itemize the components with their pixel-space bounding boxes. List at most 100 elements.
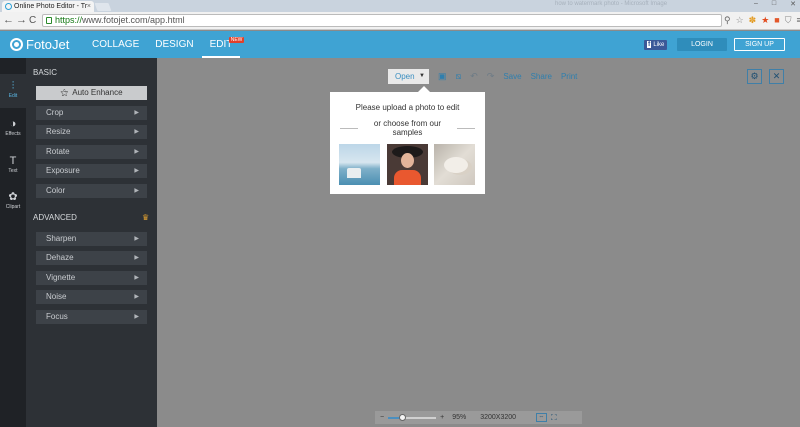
chevron-down-icon: ▼ — [419, 73, 425, 79]
rail-effects[interactable]: ◑ Effects — [0, 112, 26, 146]
sample-photo-cat[interactable] — [434, 144, 475, 185]
chevron-right-icon: ▶ — [134, 275, 139, 281]
url-host: www.fotojet.com — [82, 15, 148, 25]
dehaze-label: Dehaze — [46, 253, 74, 262]
effects-icon: ◑ — [9, 118, 17, 130]
fotojet-favicon-icon — [5, 3, 12, 10]
shield-icon[interactable]: ⛉ — [785, 15, 792, 26]
rail-text-label: Text — [8, 168, 18, 174]
nav-collage[interactable]: COLLAGE — [84, 31, 147, 58]
bookmark-star-icon[interactable]: ★ — [761, 15, 769, 26]
auto-enhance-label: Auto Enhance — [72, 88, 123, 97]
tool-rail: ⫶ Edit ◑ Effects T Text ✿ Clipart — [0, 58, 26, 427]
zoom-percent: 95% — [452, 414, 467, 421]
menu-icon[interactable]: ≡ — [797, 15, 800, 26]
clipart-icon: ✿ — [8, 191, 18, 203]
nav-design[interactable]: DESIGN — [147, 31, 201, 58]
open-label: Open — [395, 72, 415, 81]
auto-enhance-button[interactable]: ⚝ Auto Enhance — [36, 86, 147, 100]
minimize-icon[interactable]: – — [754, 0, 758, 8]
nav-collage-label: COLLAGE — [92, 39, 140, 50]
zoom-in-button[interactable]: + — [440, 414, 444, 421]
crown-icon: ♛ — [142, 213, 150, 222]
chevron-right-icon: ▶ — [134, 168, 139, 174]
rotate-label: Rotate — [46, 147, 70, 156]
save-button[interactable]: Save — [503, 69, 521, 84]
image-size: 3200X3200 — [480, 414, 517, 421]
sharpen-label: Sharpen — [46, 234, 77, 243]
sample-photo-portrait[interactable] — [387, 144, 428, 185]
chevron-right-icon: ▶ — [134, 110, 139, 116]
browser-tab[interactable]: Online Photo Editor - Tr × — [2, 1, 94, 12]
zoom-bar: − + 95% 3200X3200 ⇔ ⛶ — [375, 411, 582, 424]
chevron-right-icon: ▶ — [134, 294, 139, 300]
key-icon[interactable]: ⚲ — [724, 15, 731, 26]
color-label: Color — [46, 186, 66, 195]
zoom-slider[interactable] — [388, 413, 437, 421]
edit-panel: BASIC ⚝ Auto Enhance Crop ▶ Resize ▶ Rotate… — [26, 58, 157, 427]
canvas-area: Open ▼ ▣ ⧅ ↶ ↷ Save Share Print ⚙ ✕ Plea… — [157, 58, 800, 427]
app-header: FotoJet COLLAGE DESIGN EDIT NEW f Like LOG… — [0, 31, 800, 58]
fotojet-logo-icon — [10, 38, 23, 51]
tab-close-icon[interactable]: × — [87, 1, 91, 12]
divider-left — [340, 128, 358, 129]
settings-gear-icon[interactable]: ⚙ — [747, 69, 762, 84]
forward-icon[interactable]: → — [16, 14, 27, 27]
rail-text[interactable]: T Text — [0, 149, 26, 183]
signup-button[interactable]: SIGN UP — [734, 38, 785, 51]
fotojet-logo[interactable]: FotoJet — [10, 37, 69, 52]
print-button[interactable]: Print — [561, 69, 577, 84]
sharpen-button[interactable]: Sharpen ▶ — [36, 232, 147, 246]
image-icon[interactable]: ▣ — [438, 69, 447, 84]
zoom-out-button[interactable]: − — [380, 414, 384, 421]
url-path: /app.html — [147, 15, 185, 25]
url-bar[interactable]: https://www.fotojet.com/app.html — [42, 14, 722, 27]
redo-icon[interactable]: ↷ — [487, 69, 495, 84]
rail-clipart-label: Clipart — [5, 204, 21, 210]
rail-clipart[interactable]: ✿ Clipart — [0, 185, 26, 219]
dehaze-button[interactable]: Dehaze ▶ — [36, 251, 147, 265]
noise-button[interactable]: Noise ▶ — [36, 290, 147, 304]
nav-edit[interactable]: EDIT NEW — [201, 31, 245, 58]
exposure-button[interactable]: Exposure ▶ — [36, 164, 147, 178]
chevron-right-icon: ▶ — [134, 314, 139, 320]
star-icon[interactable]: ☆ — [736, 15, 744, 26]
extension-icons: ⚲ ☆ ✽ ★ ■ ⛉ ≡ — [724, 15, 800, 26]
zoom-slider-handle[interactable] — [399, 413, 407, 421]
crop-label: Crop — [46, 108, 64, 117]
sample-photo-lighthouse[interactable] — [339, 144, 380, 185]
close-window-icon[interactable]: ✕ — [790, 0, 796, 8]
undo-icon[interactable]: ↶ — [470, 69, 478, 84]
compare-icon[interactable]: ⧅ — [456, 69, 462, 84]
extension-icon[interactable]: ✽ — [749, 15, 757, 26]
maximize-icon[interactable]: □ — [772, 0, 776, 8]
resize-button[interactable]: Resize ▶ — [36, 125, 147, 139]
facebook-like-button[interactable]: f Like — [644, 40, 668, 50]
main-nav: COLLAGE DESIGN EDIT NEW — [84, 31, 245, 58]
back-icon[interactable]: ← — [3, 14, 14, 27]
close-icon[interactable]: ✕ — [769, 69, 784, 84]
new-tab-button[interactable] — [94, 3, 112, 11]
fit-to-screen-icon[interactable]: ⇔ — [536, 413, 548, 422]
basic-section-title: BASIC — [33, 68, 58, 77]
chevron-right-icon: ▶ — [134, 188, 139, 194]
rotate-button[interactable]: Rotate ▶ — [36, 145, 147, 159]
magic-wand-icon: ⚝ — [60, 88, 69, 97]
color-button[interactable]: Color ▶ — [36, 184, 147, 198]
cat-shape — [444, 157, 468, 173]
resize-label: Resize — [46, 127, 71, 136]
fullscreen-icon[interactable]: ⛶ — [551, 413, 557, 423]
browser-tab-bar: Online Photo Editor - Tr × how to waterm… — [0, 0, 800, 12]
open-photo-popup: Please upload a photo to edit or choose … — [330, 86, 485, 194]
rail-edit[interactable]: ⫶ Edit — [0, 74, 26, 108]
vignette-button[interactable]: Vignette ▶ — [36, 271, 147, 285]
crop-button[interactable]: Crop ▶ — [36, 106, 147, 120]
sliders-icon: ⫶ — [11, 80, 15, 92]
reload-icon[interactable]: C — [29, 14, 36, 27]
extension-icon[interactable]: ■ — [774, 15, 779, 26]
login-button[interactable]: LOGIN — [677, 38, 727, 51]
facebook-icon: f — [647, 41, 652, 48]
share-button[interactable]: Share — [531, 69, 552, 84]
focus-button[interactable]: Focus ▶ — [36, 310, 147, 324]
open-button[interactable]: Open ▼ — [388, 69, 429, 84]
